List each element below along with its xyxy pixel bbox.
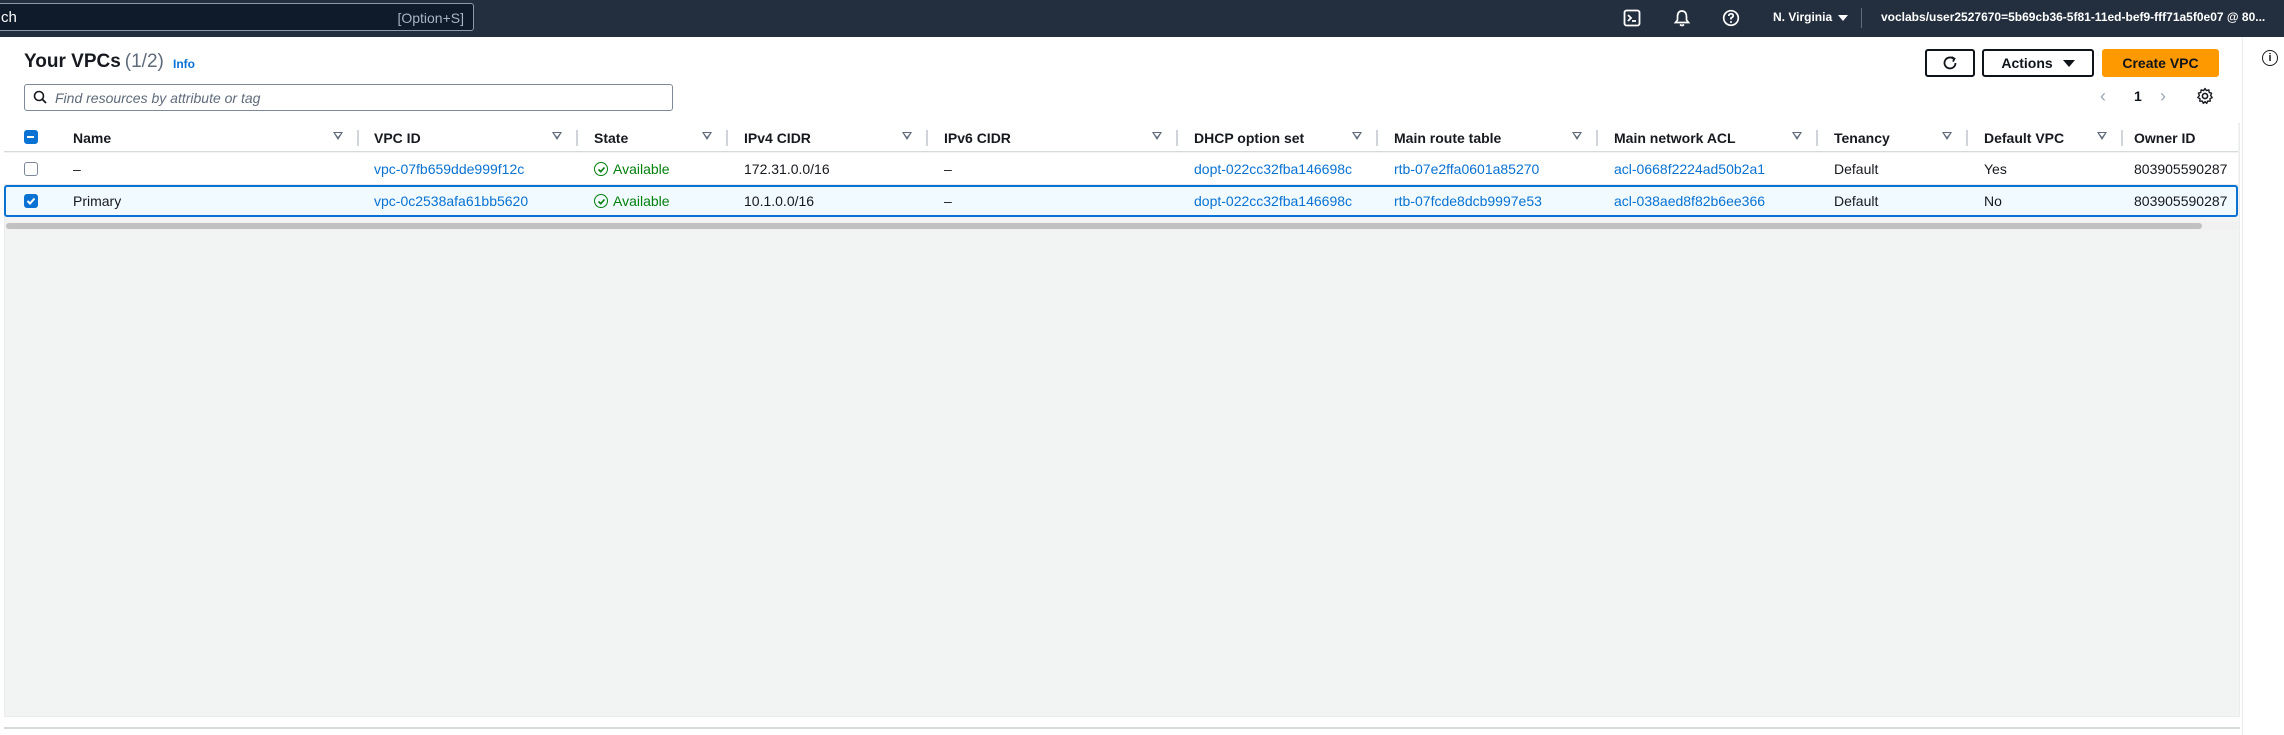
- info-panel-icon[interactable]: i: [2262, 50, 2278, 66]
- column-header-main-route-table[interactable]: Main route table: [1394, 123, 1501, 152]
- actions-label: Actions: [2001, 55, 2053, 71]
- chevron-left-icon[interactable]: ‹: [2100, 86, 2106, 107]
- sort-icon[interactable]: [1352, 132, 1362, 140]
- sort-icon[interactable]: [552, 132, 562, 140]
- check-circle-icon: [594, 194, 608, 208]
- column-header-main-network-acl[interactable]: Main network ACL: [1614, 123, 1736, 152]
- column-divider[interactable]: [926, 130, 928, 146]
- actions-button[interactable]: Actions: [1982, 49, 2094, 77]
- right-tools-rail: [2242, 37, 2284, 735]
- sort-icon[interactable]: [702, 132, 712, 140]
- cell-name: –: [73, 161, 81, 177]
- table-row[interactable]: – vpc-07fb659dde999f12c Available 172.31…: [4, 153, 2238, 185]
- cell-ipv6-cidr: –: [944, 161, 952, 177]
- row-checkbox-checked[interactable]: [24, 194, 38, 208]
- column-header-state[interactable]: State: [594, 123, 628, 152]
- search-shortcut-hint: [Option+S]: [397, 10, 464, 26]
- column-header-ipv4-cidr[interactable]: IPv4 CIDR: [744, 123, 811, 152]
- state-label: Available: [613, 161, 670, 177]
- state-label: Available: [613, 193, 670, 209]
- column-header-owner-id[interactable]: Owner ID: [2134, 123, 2195, 152]
- nav-divider: [1861, 8, 1862, 28]
- caret-down-icon: [1838, 14, 1849, 21]
- column-divider[interactable]: [2121, 130, 2123, 146]
- select-all-checkbox[interactable]: [24, 130, 38, 144]
- cell-network-acl-link[interactable]: acl-038aed8f82b6ee366: [1614, 185, 1765, 217]
- page-title: Your VPCs (1/2): [24, 51, 164, 73]
- cell-vpc-id-link[interactable]: vpc-07fb659dde999f12c: [374, 153, 524, 185]
- sort-icon[interactable]: [1572, 132, 1582, 140]
- refresh-button[interactable]: [1925, 49, 1975, 77]
- chevron-right-icon[interactable]: ›: [2160, 86, 2166, 107]
- sort-icon[interactable]: [1942, 132, 1952, 140]
- column-divider[interactable]: [1966, 130, 1968, 146]
- column-divider[interactable]: [1596, 130, 1598, 146]
- table-row-selected[interactable]: Primary vpc-0c2538afa61bb5620 Available …: [4, 185, 2238, 217]
- column-divider[interactable]: [726, 130, 728, 146]
- cell-default-vpc: No: [1984, 193, 2002, 209]
- page-number[interactable]: 1: [2134, 88, 2142, 104]
- bell-icon[interactable]: [1672, 8, 1692, 28]
- cloudshell-icon[interactable]: [1622, 8, 1642, 28]
- cell-default-vpc: Yes: [1984, 161, 2007, 177]
- create-vpc-button[interactable]: Create VPC: [2102, 49, 2219, 77]
- column-header-vpc-id[interactable]: VPC ID: [374, 123, 421, 152]
- row-checkbox[interactable]: [24, 162, 38, 176]
- cell-name: Primary: [73, 193, 122, 209]
- refresh-icon: [1943, 56, 1957, 70]
- sort-icon[interactable]: [2097, 132, 2107, 140]
- cell-tenancy: Default: [1834, 161, 1879, 177]
- sort-icon[interactable]: [902, 132, 912, 140]
- column-divider[interactable]: [576, 130, 578, 146]
- split-panel-divider[interactable]: [4, 727, 2240, 729]
- search-icon: [33, 90, 47, 104]
- sort-icon[interactable]: [1792, 132, 1802, 140]
- column-header-tenancy[interactable]: Tenancy: [1834, 123, 1890, 152]
- sort-icon[interactable]: [1152, 132, 1162, 140]
- cell-dhcp-link[interactable]: dopt-022cc32fba146698c: [1194, 153, 1352, 185]
- column-divider[interactable]: [1816, 130, 1818, 146]
- filter-input[interactable]: [55, 88, 655, 108]
- cell-state: Available: [594, 153, 670, 185]
- column-divider[interactable]: [1376, 130, 1378, 146]
- cell-vpc-id-link[interactable]: vpc-0c2538afa61bb5620: [374, 185, 528, 217]
- region-selector[interactable]: N. Virginia: [1773, 10, 1849, 24]
- cell-ipv6-cidr: –: [944, 193, 952, 209]
- cell-ipv4-cidr: 172.31.0.0/16: [744, 161, 830, 177]
- cell-state: Available: [594, 185, 670, 217]
- filter-box[interactable]: [24, 84, 673, 111]
- horizontal-scrollbar-thumb[interactable]: [6, 223, 2202, 229]
- column-header-default-vpc[interactable]: Default VPC: [1984, 123, 2064, 152]
- account-menu[interactable]: voclabs/user2527670=5b69cb36-5f81-11ed-b…: [1881, 10, 2265, 24]
- cell-dhcp-link[interactable]: dopt-022cc32fba146698c: [1194, 185, 1352, 217]
- page-title-text: Your VPCs: [24, 51, 121, 72]
- sort-icon[interactable]: [333, 132, 343, 140]
- cell-route-table-link[interactable]: rtb-07e2ffa0601a85270: [1394, 153, 1539, 185]
- top-navigation: ch [Option+S] N. Virginia voclabs/user25…: [0, 0, 2284, 37]
- region-label: N. Virginia: [1773, 10, 1833, 24]
- global-search-box[interactable]: ch [Option+S]: [0, 3, 474, 31]
- cell-owner-id: 803905590287: [2134, 193, 2228, 209]
- column-header-ipv6-cidr[interactable]: IPv6 CIDR: [944, 123, 1011, 152]
- column-divider[interactable]: [357, 130, 359, 146]
- cell-tenancy: Default: [1834, 193, 1879, 209]
- cell-network-acl-link[interactable]: acl-0668f2224ad50b2a1: [1614, 153, 1765, 185]
- table-header: Name VPC ID State IPv4 CIDR IPv6 CIDR DH…: [4, 123, 2238, 152]
- column-header-name[interactable]: Name: [73, 123, 111, 152]
- check-circle-icon: [594, 162, 608, 176]
- caret-down-icon: [2062, 59, 2075, 67]
- cell-ipv4-cidr: 10.1.0.0/16: [744, 193, 815, 209]
- column-divider[interactable]: [1176, 130, 1178, 146]
- selection-count: (1/2): [124, 51, 164, 72]
- cell-owner-id: 803905590287: [2134, 161, 2228, 177]
- global-search-text[interactable]: ch: [1, 9, 17, 26]
- help-icon[interactable]: [1721, 8, 1741, 28]
- column-header-dhcp-option-set[interactable]: DHCP option set: [1194, 123, 1304, 152]
- cell-route-table-link[interactable]: rtb-07fcde8dcb9997e53: [1394, 185, 1542, 217]
- info-link[interactable]: Info: [173, 57, 195, 71]
- gear-icon[interactable]: [2196, 87, 2214, 110]
